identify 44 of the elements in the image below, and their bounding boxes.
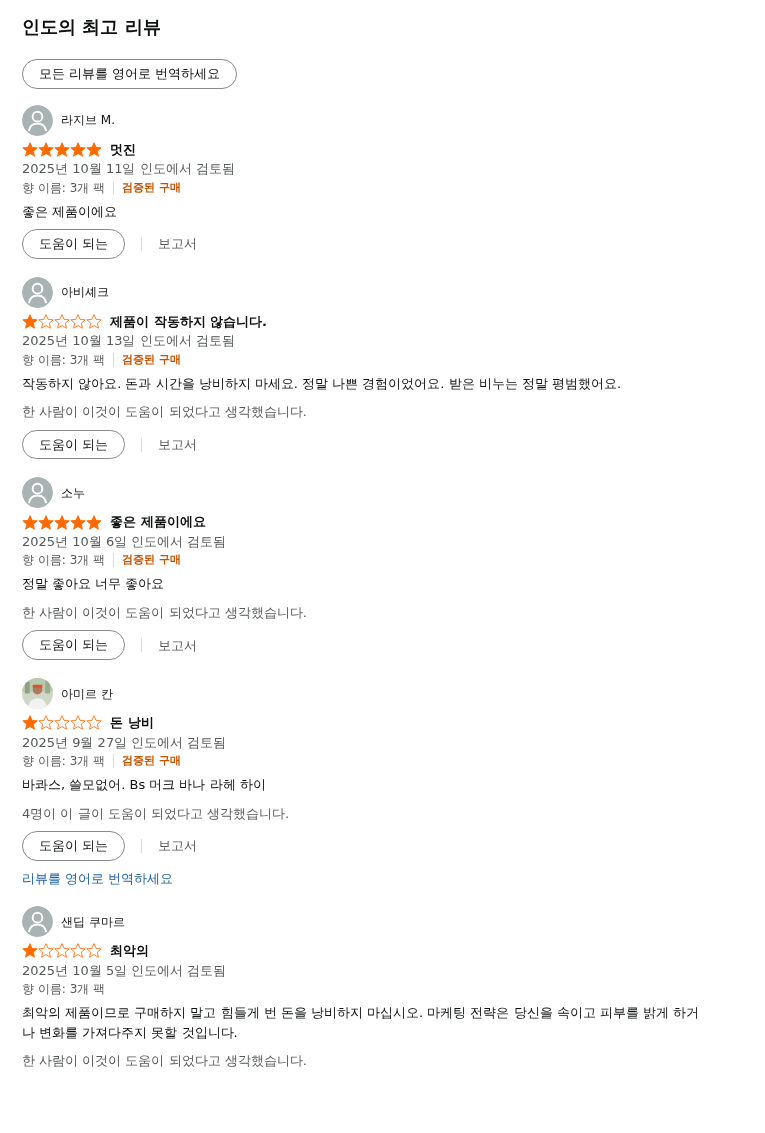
report-link[interactable]: 보고서 xyxy=(158,836,198,856)
helpful-count-text: 한 사람이 이것이 도움이 되었다고 생각했습니다. xyxy=(22,1052,308,1071)
report-link[interactable]: 보고서 xyxy=(158,635,198,655)
review-body: 바콰스, 쓸모없어. Bs 머크 바나 라헤 하이 xyxy=(22,776,267,795)
helpful-button[interactable]: 도움이 되는 xyxy=(22,429,126,460)
review-body: 정말 좋아요 너무 좋아요 xyxy=(22,575,166,594)
variant-text: 향 이름: 3개 팩 xyxy=(22,179,106,197)
helpful-button[interactable]: 도움이 되는 xyxy=(22,630,126,661)
verified-purchase-label: 검증된 구매 xyxy=(122,179,181,196)
helpful-button[interactable]: 도움이 되는 xyxy=(22,229,126,259)
review-body: 최악의 제품이므로 구매하지 말고 힘들게 번 돈을 낭비하지 마십시오. 마케팅 전략은 당신을 속이고 피부를 밝게 하거나 변화를 가져다주지 못할 것입니다. xyxy=(22,1004,701,1042)
review-body: 작동하지 않아요. 돈과 시간을 낭비하지 마세요. 정말 나쁜 경험이었어요. 받은 비누는 정말 평범했어요. xyxy=(22,374,623,393)
section-heading: 인도의 최고 리뷰 xyxy=(22,15,162,39)
review-title: 제품이 작동하지 않습니다. xyxy=(110,312,267,331)
review-date: 2025년 10월 13일 인도에서 검토됨 xyxy=(22,332,236,351)
review-title: 최악의 xyxy=(110,942,149,961)
reviewer-name: 샌딥 쿠마르 xyxy=(61,913,125,931)
translate-all-button[interactable]: 모든 리뷰를 영어로 번역하세요 xyxy=(22,59,238,89)
verified-purchase-label: 검증된 구매 xyxy=(122,552,181,569)
review-title: 멋진 xyxy=(110,140,136,159)
helpful-button[interactable]: 도움이 되는 xyxy=(22,831,126,861)
review-title: 좋은 제품이에요 xyxy=(110,513,206,532)
helpful-count-text: 한 사람이 이것이 도움이 되었다고 생각했습니다. xyxy=(22,403,308,422)
review-body: 좋은 제품이에요 xyxy=(22,202,119,221)
verified-purchase-label: 검증된 구매 xyxy=(122,752,181,769)
reviewer-name: 아미르 칸 xyxy=(61,685,113,703)
reviewer-name: 소누 xyxy=(61,484,85,502)
reviewer-name: 라지브 M. xyxy=(61,112,115,130)
helpful-count-text: 4명이 이 글이 도움이 되었다고 생각했습니다. xyxy=(22,804,291,823)
reviewer-name: 아비셰크 xyxy=(61,284,109,302)
review-date: 2025년 10월 6일 인도에서 검토됨 xyxy=(22,532,228,551)
report-link[interactable]: 보고서 xyxy=(158,434,198,455)
report-link[interactable]: 보고서 xyxy=(158,234,198,254)
translate-review-link[interactable]: 리뷰를 영어로 번역하세요 xyxy=(22,868,174,889)
review-date: 2025년 10월 5일 인도에서 검토됨 xyxy=(22,961,228,980)
variant-text: 향 이름: 3개 팩 xyxy=(22,351,106,369)
variant-text: 향 이름: 3개 팩 xyxy=(22,753,106,771)
review-title: 돈 낭비 xyxy=(110,714,154,733)
variant-text: 향 이름: 3개 팩 xyxy=(22,552,106,570)
verified-purchase-label: 검증된 구매 xyxy=(122,351,181,368)
variant-text: 향 이름: 3개 팩 xyxy=(22,981,106,999)
helpful-count-text: 한 사람이 이것이 도움이 되었다고 생각했습니다. xyxy=(22,603,308,622)
review-date: 2025년 10월 11일 인도에서 검토됨 xyxy=(22,160,236,179)
review-date: 2025년 9월 27일 인도에서 검토됨 xyxy=(22,733,228,752)
